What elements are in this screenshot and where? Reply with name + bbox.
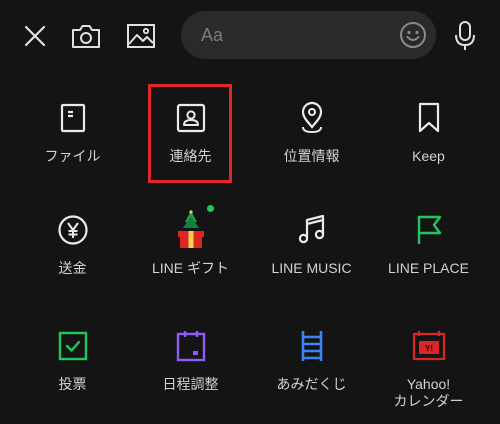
svg-text:Y!: Y!	[425, 344, 433, 353]
menu-item-yahoo-calendar[interactable]: Y! Yahoo! カレンダー	[366, 306, 491, 416]
menu-item-amidakuji[interactable]: あみだくじ	[249, 306, 374, 416]
menu-item-label: Yahoo! カレンダー	[393, 376, 464, 409]
toolbar	[0, 0, 500, 70]
menu-item-transfer[interactable]: 送金	[10, 190, 135, 300]
menu-item-contact[interactable]: 連絡先	[128, 78, 253, 188]
menu-item-label: ファイル	[44, 148, 101, 164]
emoji-icon[interactable]	[398, 20, 428, 50]
microphone-icon[interactable]	[443, 14, 487, 58]
vote-icon	[10, 326, 135, 366]
bookmark-icon	[366, 98, 491, 138]
menu-item-label: 連絡先	[169, 148, 212, 164]
gift-icon	[128, 210, 253, 250]
camera-icon[interactable]	[64, 14, 108, 58]
menu-item-keep[interactable]: Keep	[366, 78, 491, 188]
menu-item-gift[interactable]: LINE ギフト	[128, 190, 253, 300]
calendar-icon	[128, 326, 253, 366]
menu-item-location[interactable]: 位置情報	[249, 78, 374, 188]
ladder-icon	[249, 326, 374, 366]
close-icon[interactable]	[13, 14, 57, 58]
yahoo-calendar-icon: Y!	[366, 326, 491, 366]
menu-item-schedule[interactable]: 日程調整	[128, 306, 253, 416]
music-note-icon	[249, 210, 374, 250]
menu-item-line-place[interactable]: LINE PLACE	[366, 190, 491, 300]
menu-item-vote[interactable]: 投票	[10, 306, 135, 416]
new-badge	[207, 205, 214, 212]
contact-icon	[128, 98, 253, 138]
message-input[interactable]	[181, 11, 391, 59]
message-input-container	[181, 11, 436, 59]
menu-item-label: LINE MUSIC	[271, 260, 352, 276]
menu-item-label: LINE PLACE	[388, 260, 469, 276]
yen-icon	[10, 210, 135, 250]
menu-item-label: 日程調整	[162, 376, 219, 392]
image-icon[interactable]	[119, 14, 163, 58]
menu-item-label: あみだくじ	[276, 376, 347, 392]
menu-item-file[interactable]: ファイル	[10, 78, 135, 188]
location-pin-icon	[249, 98, 374, 138]
menu-item-label: Keep	[412, 148, 445, 164]
menu-item-label: 投票	[58, 376, 87, 392]
menu-item-label: LINE ギフト	[151, 260, 229, 276]
menu-item-line-music[interactable]: LINE MUSIC	[249, 190, 374, 300]
menu-item-label: 位置情報	[283, 148, 340, 164]
flag-icon	[366, 210, 491, 250]
file-icon	[10, 98, 135, 138]
menu-item-label: 送金	[58, 260, 87, 276]
